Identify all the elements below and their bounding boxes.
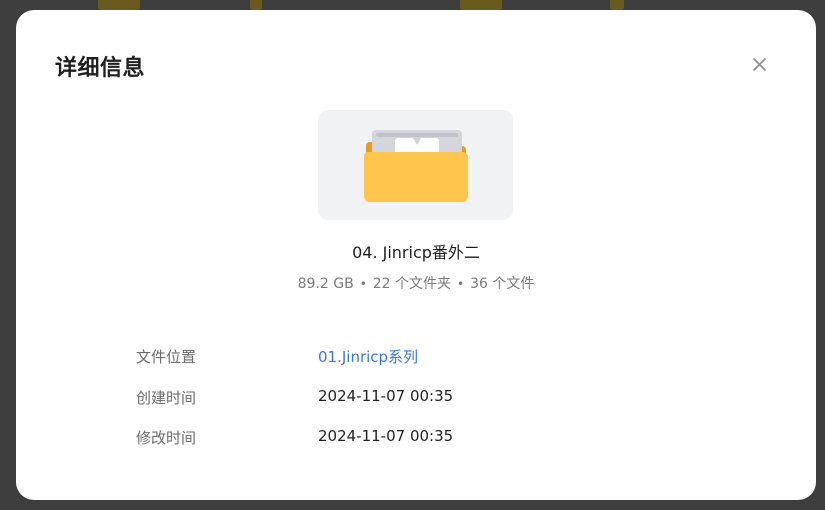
modified-label: 修改时间 — [136, 429, 197, 447]
close-button[interactable] — [747, 52, 771, 76]
background-folder-icon — [98, 0, 140, 10]
background-folder-icon — [610, 0, 624, 10]
background-folder-icon — [250, 0, 262, 10]
modified-value: 2024-11-07 00:35 — [318, 427, 454, 445]
details-dialog: 详细信息 04. Jinricp番外二 89.2 GB • 22 个文件夹 • 36 个… — [16, 10, 816, 500]
separator-dot: • — [457, 277, 465, 291]
created-row: 创建时间 2024-11-07 00:35 — [136, 387, 736, 411]
dialog-title: 详细信息 — [55, 56, 146, 81]
created-value: 2024-11-07 00:35 — [318, 387, 454, 405]
folder-size: 89.2 GB — [297, 276, 354, 292]
separator-dot: • — [359, 277, 367, 291]
location-link[interactable]: 01.Jinricp系列 — [318, 346, 418, 367]
subfolder-count: 22 个文件夹 — [372, 276, 452, 292]
modified-row: 修改时间 2024-11-07 00:35 — [136, 427, 736, 451]
folder-summary: 89.2 GB • 22 个文件夹 • 36 个文件 — [16, 273, 816, 293]
created-label: 创建时间 — [136, 389, 197, 407]
close-icon — [753, 58, 766, 71]
location-row: 文件位置 01.Jinricp系列 — [136, 346, 736, 370]
folder-name: 04. Jinricp番外二 — [352, 243, 480, 262]
folder-icon — [364, 130, 468, 202]
folder-thumbnail — [318, 110, 513, 220]
file-count: 36 个文件 — [470, 276, 535, 292]
background-folder-icon — [460, 0, 502, 10]
location-label: 文件位置 — [136, 348, 197, 366]
